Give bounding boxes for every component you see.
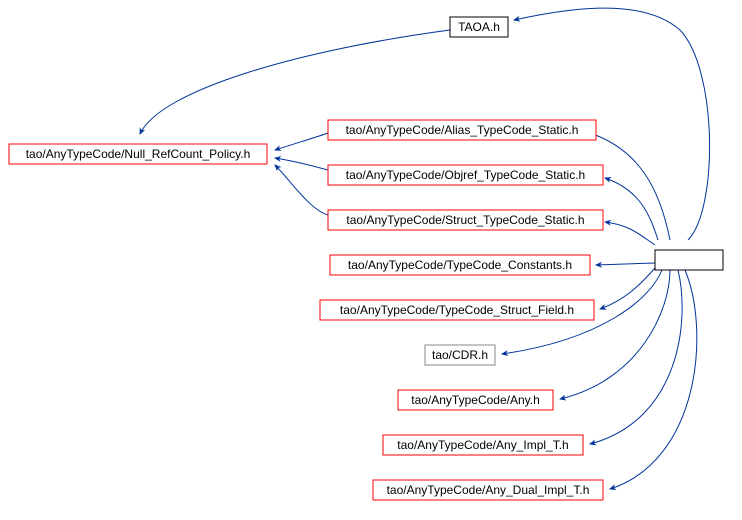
node-label-any: tao/AnyTypeCode/Any.h — [411, 393, 540, 407]
edge-alias-null — [275, 133, 328, 150]
node-struct[interactable]: tao/AnyTypeCode/Struct_TypeCode_Static.h — [328, 210, 603, 230]
node-label-objref: tao/AnyTypeCode/Objref_TypeCode_Static.h — [346, 168, 585, 182]
node-label-field: tao/AnyTypeCode/TypeCode_Struct_Field.h — [340, 303, 574, 317]
edges-layer — [140, 8, 710, 489]
node-taoa_h[interactable]: TAOA.h — [450, 17, 508, 37]
edge-root-any — [560, 270, 670, 399]
node-label-anyimpl: tao/AnyTypeCode/Any_Impl_T.h — [397, 438, 568, 452]
node-null[interactable]: tao/AnyTypeCode/Null_RefCount_Policy.h — [9, 144, 267, 164]
node-label-taoa_h: TAOA.h — [458, 20, 500, 34]
node-const[interactable]: tao/AnyTypeCode/TypeCode_Constants.h — [330, 255, 590, 275]
edge-struct-null — [275, 165, 328, 215]
edge-root-anydual — [610, 270, 697, 489]
node-root[interactable]: TAOA.cpp — [655, 250, 723, 270]
node-cdr[interactable]: tao/CDR.h — [425, 345, 495, 365]
node-field[interactable]: tao/AnyTypeCode/TypeCode_Struct_Field.h — [320, 300, 594, 320]
node-label-alias: tao/AnyTypeCode/Alias_TypeCode_Static.h — [346, 123, 579, 137]
node-label-root: TAOA.cpp — [662, 253, 717, 267]
node-label-null: tao/AnyTypeCode/Null_RefCount_Policy.h — [26, 147, 251, 161]
edge-objref-null — [275, 158, 328, 170]
edge-root-field — [600, 268, 655, 309]
node-objref[interactable]: tao/AnyTypeCode/Objref_TypeCode_Static.h — [328, 165, 603, 185]
nodes-layer: TAOA.cpp TAOA.h tao/AnyTypeCode/Null_RefCo… — [9, 17, 723, 500]
node-label-cdr: tao/CDR.h — [432, 348, 488, 362]
edge-root-struct — [605, 222, 655, 245]
node-anyimpl[interactable]: tao/AnyTypeCode/Any_Impl_T.h — [383, 435, 583, 455]
node-label-struct: tao/AnyTypeCode/Struct_TypeCode_Static.h — [346, 213, 584, 227]
node-label-anydual: tao/AnyTypeCode/Any_Dual_Impl_T.h — [387, 483, 590, 497]
edge-root-objref — [605, 178, 658, 240]
node-anydual[interactable]: tao/AnyTypeCode/Any_Dual_Impl_T.h — [373, 480, 603, 500]
node-alias[interactable]: tao/AnyTypeCode/Alias_TypeCode_Static.h — [328, 120, 596, 140]
edge-root-anyimpl — [590, 270, 682, 444]
edge-taoa_h-null — [140, 30, 450, 134]
node-label-const: tao/AnyTypeCode/TypeCode_Constants.h — [348, 258, 572, 272]
edge-root-const — [596, 263, 655, 265]
node-any[interactable]: tao/AnyTypeCode/Any.h — [398, 390, 553, 410]
